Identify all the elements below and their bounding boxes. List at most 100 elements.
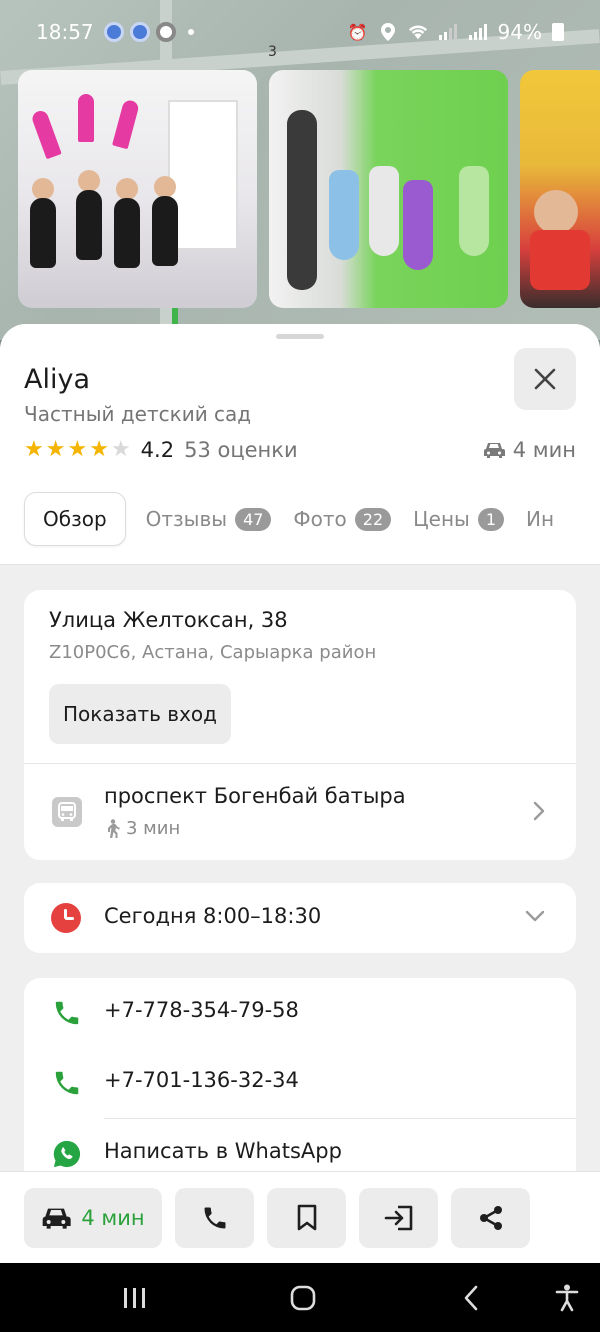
photo-thumbnail[interactable] xyxy=(269,70,508,308)
tab-count-badge: 47 xyxy=(235,507,272,531)
phone-number: +7-778-354-79-58 xyxy=(104,998,299,1022)
tab-reviews[interactable]: Отзывы 47 xyxy=(144,492,274,546)
child xyxy=(530,230,590,290)
tab-label: Фото xyxy=(293,507,347,531)
entrance-button[interactable] xyxy=(359,1187,438,1248)
route-eta: 4 мин xyxy=(81,1205,145,1230)
enter-icon xyxy=(384,1205,412,1230)
photo-thumbnail[interactable] xyxy=(18,70,257,308)
chrome-icon xyxy=(155,22,176,42)
place-card: Aliya Частный детский сад ★ ★ ★ ★ ★ 4.2 … xyxy=(0,324,600,1172)
notification-app-icon xyxy=(103,22,124,42)
photo-carousel[interactable] xyxy=(18,70,600,308)
place-header: Aliya Частный детский сад ★ ★ ★ ★ ★ 4.2 … xyxy=(0,324,600,565)
home-button[interactable] xyxy=(288,1283,318,1313)
accessibility-icon xyxy=(555,1284,579,1312)
child xyxy=(30,198,56,268)
alarm-icon: ⏰ xyxy=(347,22,368,42)
photo-thumbnail[interactable] xyxy=(520,70,600,308)
more-notifications-icon xyxy=(187,29,194,35)
recent-apps-button[interactable] xyxy=(120,1283,150,1313)
drive-eta[interactable]: 4 мин xyxy=(483,438,576,462)
child xyxy=(459,166,489,256)
child xyxy=(76,190,102,260)
hours-card[interactable]: Сегодня 8:00–18:30 xyxy=(24,883,576,953)
call-button[interactable] xyxy=(175,1187,254,1248)
tab-label: Цены xyxy=(413,507,470,531)
child xyxy=(32,178,54,200)
wall-decal xyxy=(78,94,94,142)
signal-icon xyxy=(438,23,458,41)
drive-eta-text: 4 мин xyxy=(512,438,576,462)
wall-decal xyxy=(30,108,62,160)
whatsapp-link: Написать в WhatsApp xyxy=(104,1139,342,1163)
tab-prices[interactable]: Цены 1 xyxy=(411,492,506,546)
show-entrance-button[interactable]: Показать вход xyxy=(49,684,231,744)
address-card: Улица Желтоксан, 38 Z10P0C6, Астана, Сар… xyxy=(24,590,576,860)
tab-overview[interactable]: Обзор xyxy=(24,492,126,546)
share-icon xyxy=(479,1205,502,1230)
walking-icon xyxy=(108,818,120,838)
tab-label: Обзор xyxy=(43,507,107,531)
route-button[interactable]: 4 мин xyxy=(24,1187,162,1248)
teacher xyxy=(287,110,317,290)
place-name: Aliya xyxy=(24,364,90,395)
close-icon xyxy=(534,368,556,390)
recent-apps-icon xyxy=(124,1288,145,1308)
back-button[interactable] xyxy=(456,1283,486,1313)
bookmark-button[interactable] xyxy=(267,1187,346,1248)
contacts-card: +7-778-354-79-58 +7-701-136-32-34 Написа… xyxy=(24,978,576,1172)
address-street: Улица Желтоксан, 38 xyxy=(49,608,288,632)
bus-icon xyxy=(52,797,82,827)
status-time: 18:57 xyxy=(36,20,94,44)
phone-row[interactable]: +7-778-354-79-58 xyxy=(24,978,576,1048)
car-icon xyxy=(483,443,505,458)
accessibility-button[interactable] xyxy=(552,1283,582,1313)
tab-count-badge: 22 xyxy=(354,507,392,531)
action-bar: 4 мин xyxy=(0,1171,600,1263)
whatsapp-row[interactable]: Написать в WhatsApp xyxy=(24,1119,576,1172)
phone-number: +7-701-136-32-34 xyxy=(104,1068,299,1092)
phone-icon xyxy=(55,1071,79,1095)
signal-icon xyxy=(468,23,488,41)
whatsapp-icon xyxy=(53,1140,81,1168)
clock-hand xyxy=(65,917,74,920)
star-empty-icon: ★ xyxy=(110,437,131,462)
status-bar: 18:57 ⏰ 94% xyxy=(0,0,600,64)
bookmark-icon xyxy=(297,1204,316,1230)
system-nav-bar xyxy=(0,1263,600,1332)
tab-photos[interactable]: Фото 22 xyxy=(291,492,393,546)
rating-count: 53 оценки xyxy=(184,438,298,462)
opening-hours: Сегодня 8:00–18:30 xyxy=(104,904,322,928)
share-button[interactable] xyxy=(451,1187,530,1248)
notification-icons xyxy=(103,22,194,42)
transit-stop-row[interactable]: проспект Богенбай батыра 3 мин xyxy=(24,764,576,860)
child xyxy=(329,170,359,260)
clock-icon xyxy=(51,903,81,933)
star-icon: ★ xyxy=(67,437,88,462)
transit-walk-time: 3 мин xyxy=(104,818,180,839)
child xyxy=(369,166,399,256)
home-icon xyxy=(290,1285,316,1311)
star-icon: ★ xyxy=(24,437,44,462)
chevron-down-icon xyxy=(525,910,545,922)
rating-row[interactable]: ★ ★ ★ ★ ★ 4.2 53 оценки xyxy=(24,438,298,462)
rating-value: 4.2 xyxy=(140,438,175,462)
drag-handle[interactable] xyxy=(276,334,324,339)
tab-info[interactable]: Ин xyxy=(524,492,556,546)
close-button[interactable] xyxy=(514,348,576,410)
phone-icon xyxy=(204,1207,225,1228)
child xyxy=(403,180,433,270)
phone-row[interactable]: +7-701-136-32-34 xyxy=(24,1048,576,1118)
back-icon xyxy=(464,1285,478,1311)
rating-stars: ★ ★ ★ ★ ★ xyxy=(24,439,131,461)
child xyxy=(116,178,138,200)
child xyxy=(152,196,178,266)
phone-icon xyxy=(55,1001,79,1025)
wifi-icon xyxy=(408,23,428,41)
child xyxy=(534,190,578,234)
child xyxy=(114,198,140,268)
tab-count-badge: 1 xyxy=(477,507,505,531)
walk-time-text: 3 мин xyxy=(126,818,181,839)
location-icon xyxy=(378,23,398,41)
